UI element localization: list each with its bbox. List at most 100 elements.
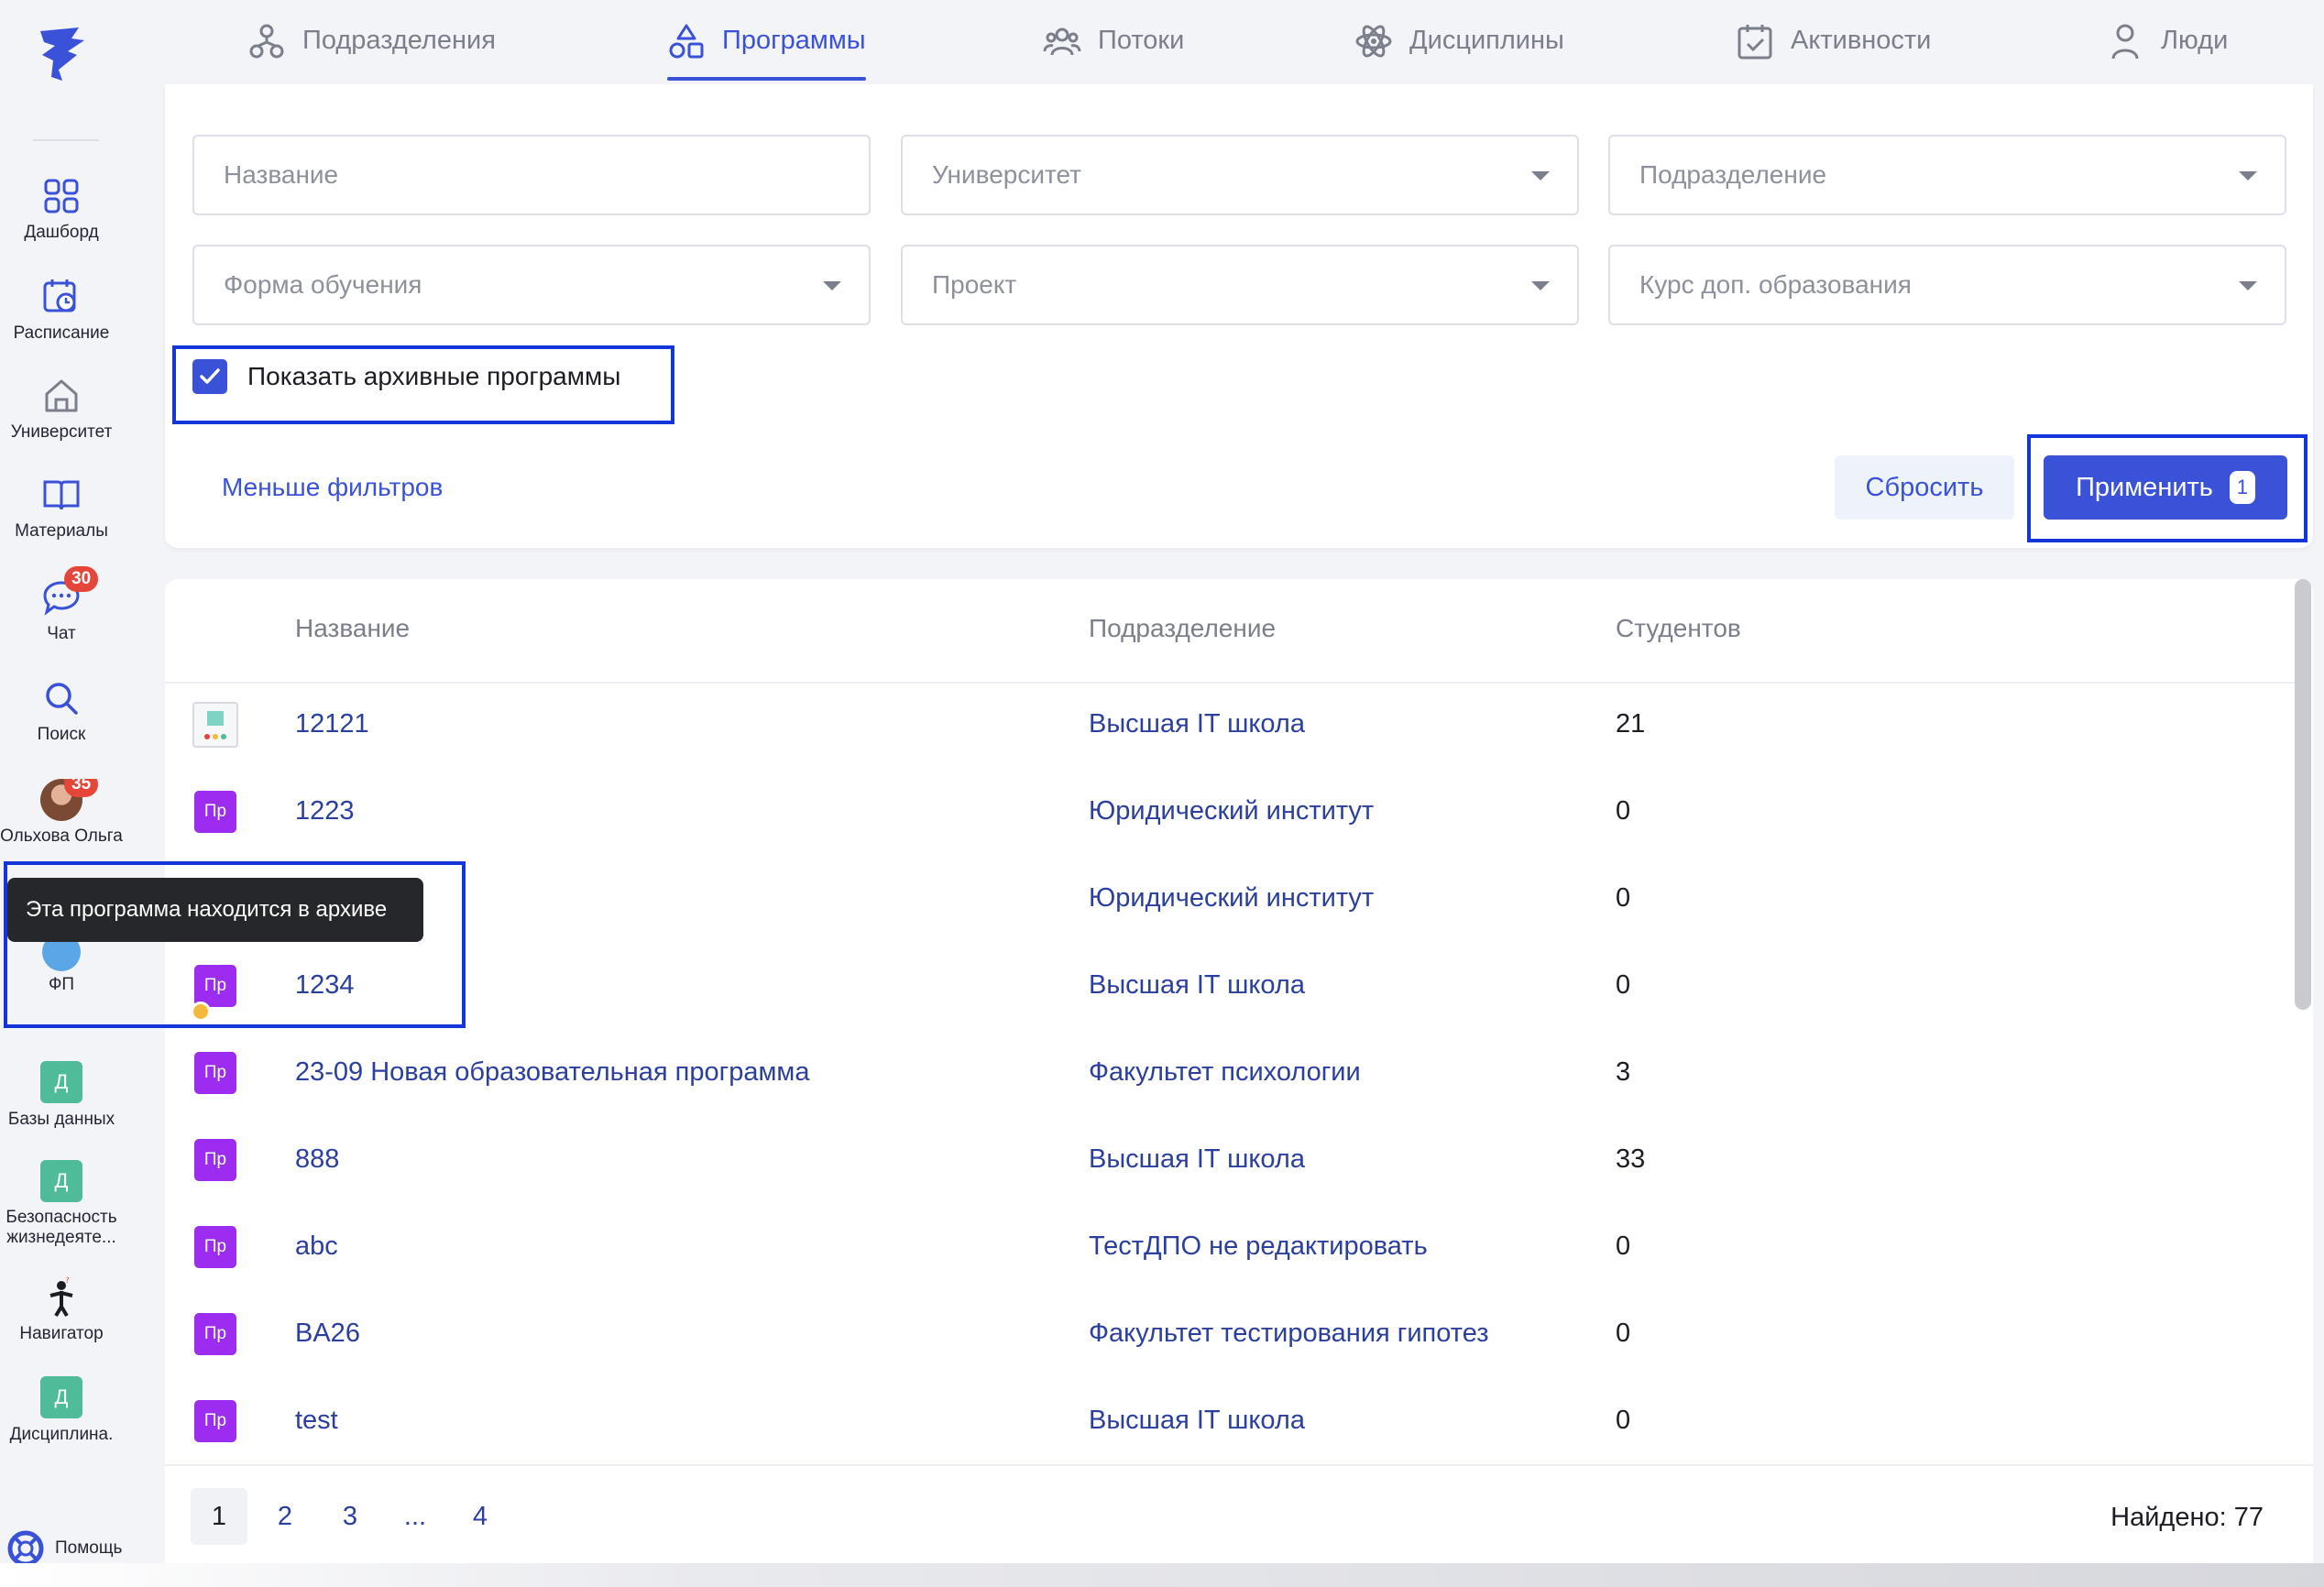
filter-panel: Университет Подразделение Форма обучения… bbox=[165, 84, 2313, 548]
pagination-divider bbox=[165, 1464, 2313, 1466]
project-select[interactable]: Проект bbox=[901, 245, 1579, 325]
program-name-link[interactable]: 1223 bbox=[295, 796, 355, 826]
column-header-unit[interactable]: Подразделение bbox=[1089, 614, 1276, 643]
profile-notification-badge: 35 bbox=[64, 779, 99, 797]
study-form-select[interactable]: Форма обучения bbox=[192, 245, 871, 325]
tab-people[interactable]: Люди bbox=[2106, 24, 2228, 84]
bottom-shadow bbox=[0, 1563, 2324, 1587]
tab-streams[interactable]: Потоки bbox=[1043, 26, 1184, 84]
letter-d-icon: Д bbox=[40, 1160, 82, 1202]
program-unit-link[interactable]: Высшая IT школа bbox=[1089, 970, 1305, 1001]
program-unit-link[interactable]: Высшая IT школа bbox=[1089, 709, 1305, 739]
page-button[interactable]: 4 bbox=[452, 1488, 509, 1545]
program-tag-icon: Пр bbox=[194, 1226, 236, 1268]
program-name-link[interactable]: BA26 bbox=[295, 1319, 360, 1349]
navigator-figure-icon: ? bbox=[49, 1277, 73, 1318]
program-name-link[interactable]: test bbox=[295, 1406, 338, 1436]
sidebar-item-fp[interactable]: ФП bbox=[0, 933, 123, 995]
program-students-count: 0 bbox=[1616, 1231, 1631, 1261]
tab-programs[interactable]: Программы bbox=[667, 24, 866, 84]
tab-disciplines[interactable]: Дисциплины bbox=[1354, 25, 1564, 84]
sidebar-item-dashboard[interactable]: Дашборд bbox=[0, 176, 123, 244]
program-name-link[interactable]: 888 bbox=[295, 1144, 339, 1175]
program-students-count: 0 bbox=[1616, 1406, 1631, 1435]
letter-d-icon: Д bbox=[40, 1061, 82, 1103]
program-unit-link[interactable]: Факультет психологии bbox=[1089, 1057, 1361, 1088]
page-button[interactable]: 1 bbox=[191, 1488, 247, 1545]
table-row[interactable]: Пр test Высшая IT школа 0 bbox=[165, 1380, 2300, 1467]
sidebar-item-navigator[interactable]: ? Навигатор bbox=[0, 1277, 123, 1345]
table-scrollbar[interactable] bbox=[2295, 579, 2311, 1010]
table-row[interactable]: Пр abc ТестДПО не редактировать 0 bbox=[165, 1206, 2300, 1293]
sidebar-item-label: Безопасность жизнедеяте... bbox=[5, 1208, 117, 1247]
sidebar-item-label: Ольхова Ольга bbox=[0, 826, 123, 846]
chevron-down-icon bbox=[1531, 171, 1550, 181]
program-unit-link[interactable]: Факультет тестирования гипотез bbox=[1089, 1319, 1489, 1349]
calendar-check-icon bbox=[1738, 25, 1772, 60]
sidebar-item-discipline[interactable]: Д Дисциплина. bbox=[0, 1376, 123, 1446]
university-select[interactable]: Университет bbox=[901, 135, 1579, 215]
sidebar-item-search[interactable]: Поиск bbox=[0, 678, 123, 746]
table-row[interactable]: Пр Юридический институт 0 bbox=[165, 858, 2300, 945]
found-count: Найдено: 77 bbox=[2110, 1503, 2264, 1532]
sidebar-item-schedule[interactable]: Расписание bbox=[0, 277, 123, 345]
sidebar-item-materials[interactable]: Материалы bbox=[0, 475, 123, 542]
table-row[interactable]: Пр 1234 Высшая IT школа 0 bbox=[165, 945, 2300, 1032]
name-filter-field[interactable] bbox=[192, 135, 871, 215]
unit-select[interactable]: Подразделение bbox=[1608, 135, 2286, 215]
table-row[interactable]: Пр 888 Высшая IT школа 33 bbox=[165, 1119, 2300, 1206]
table-row[interactable]: 12121 Высшая IT школа 21 bbox=[165, 684, 2300, 771]
sidebar-item-label: Дисциплина. bbox=[9, 1425, 114, 1444]
page-button[interactable]: 2 bbox=[257, 1488, 313, 1545]
help-button[interactable]: Помощь bbox=[7, 1530, 122, 1567]
university-select-placeholder: Университет bbox=[932, 160, 1081, 189]
name-filter-input[interactable] bbox=[224, 160, 839, 190]
sidebar-item-label: Навигатор bbox=[19, 1324, 104, 1343]
program-name-link[interactable]: 23-09 Новая образовательная программа bbox=[295, 1057, 809, 1088]
show-archived-checkbox[interactable]: Показать архивные программы bbox=[192, 359, 620, 394]
chevron-down-icon bbox=[823, 281, 841, 290]
program-unit-link[interactable]: Высшая IT школа bbox=[1089, 1144, 1305, 1175]
program-students-count: 3 bbox=[1616, 1057, 1631, 1087]
course-select[interactable]: Курс доп. образования bbox=[1608, 245, 2286, 325]
program-unit-link[interactable]: ТестДПО не редактировать bbox=[1089, 1231, 1428, 1262]
column-header-students[interactable]: Студентов bbox=[1616, 614, 1741, 643]
sidebar-divider bbox=[33, 139, 99, 141]
sidebar: Дашборд Расписание Университет Материалы bbox=[0, 0, 134, 1587]
program-name-link[interactable]: 12121 bbox=[295, 709, 369, 739]
program-name-link[interactable]: abc bbox=[295, 1231, 338, 1262]
people-group-icon bbox=[1043, 27, 1081, 56]
apply-button-label: Применить bbox=[2076, 472, 2213, 502]
programs-table: Название Подразделение Студентов 12121 В… bbox=[165, 579, 2313, 1564]
sidebar-item-databases[interactable]: Д Базы данных bbox=[0, 1061, 123, 1131]
sidebar-item-profile[interactable]: Ольхова Ольга 35 bbox=[0, 779, 123, 861]
program-name-link[interactable]: 1234 bbox=[295, 970, 355, 1001]
program-students-count: 33 bbox=[1616, 1144, 1646, 1174]
program-students-count: 21 bbox=[1616, 709, 1646, 739]
apply-button[interactable]: Применить 1 bbox=[2044, 455, 2287, 520]
program-tag-icon: Пр bbox=[194, 1400, 236, 1442]
table-row[interactable]: Пр BA26 Факультет тестирования гипотез 0 bbox=[165, 1293, 2300, 1380]
chevron-down-icon bbox=[2239, 171, 2257, 181]
tab-activities[interactable]: Активности bbox=[1736, 25, 1932, 84]
tab-label: Активности bbox=[1791, 26, 1932, 55]
column-header-name[interactable]: Название bbox=[295, 614, 410, 643]
page-button[interactable]: 3 bbox=[322, 1488, 378, 1545]
fewer-filters-link[interactable]: Меньше фильтров bbox=[222, 473, 443, 502]
program-unit-link[interactable]: Высшая IT школа bbox=[1089, 1406, 1305, 1436]
logo-icon[interactable] bbox=[31, 24, 92, 84]
program-students-count: 0 bbox=[1616, 970, 1631, 1000]
table-row[interactable]: Пр 23-09 Новая образовательная программа… bbox=[165, 1032, 2300, 1119]
program-students-count: 0 bbox=[1616, 796, 1631, 826]
sidebar-item-university[interactable]: Университет bbox=[0, 376, 123, 443]
tab-units[interactable]: Подразделения bbox=[247, 24, 496, 84]
sidebar-item-chat[interactable]: Чат 30 bbox=[0, 566, 123, 645]
table-row[interactable]: Пр 1223 Юридический институт 0 bbox=[165, 771, 2300, 858]
checkbox-checked[interactable] bbox=[192, 359, 227, 394]
reset-button[interactable]: Сбросить bbox=[1835, 455, 2014, 520]
archive-indicator-icon[interactable] bbox=[191, 1001, 211, 1022]
sidebar-item-safety[interactable]: Д Безопасность жизнедеяте... bbox=[0, 1160, 123, 1252]
program-unit-link[interactable]: Юридический институт bbox=[1089, 883, 1374, 914]
course-select-placeholder: Курс доп. образования bbox=[1639, 270, 1912, 299]
program-unit-link[interactable]: Юридический институт bbox=[1089, 796, 1374, 826]
